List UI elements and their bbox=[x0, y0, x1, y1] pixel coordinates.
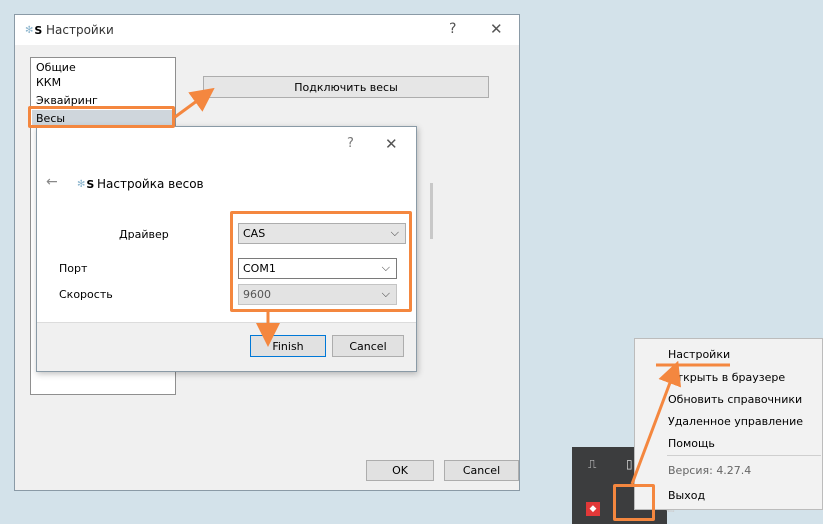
annotation-arrows bbox=[174, 87, 730, 485]
arrow-to-settings-menu bbox=[630, 360, 682, 485]
arrow-to-connect-button bbox=[174, 87, 215, 119]
